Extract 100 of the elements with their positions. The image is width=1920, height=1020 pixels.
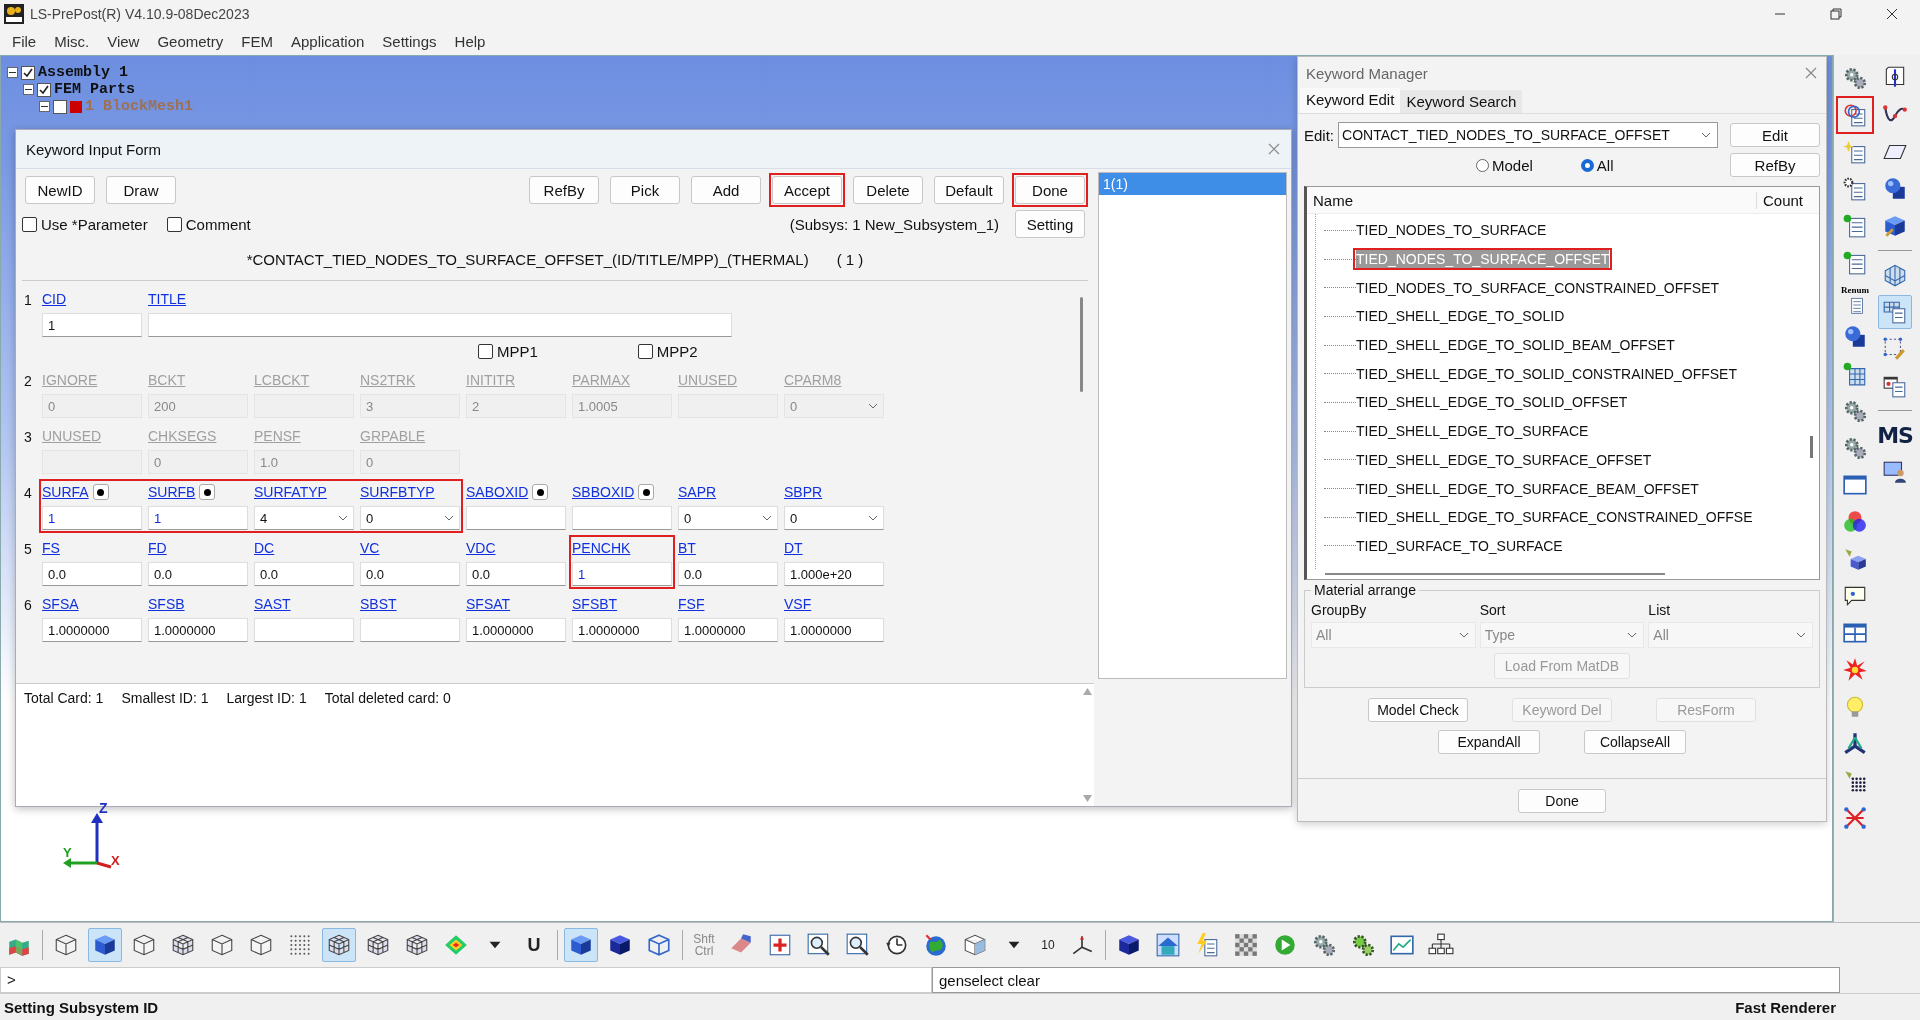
tab[interactable]: Keyword Edit	[1300, 88, 1401, 113]
keyword-combobox[interactable]: CONTACT_TIED_NODES_TO_SURFACE_OFFSET	[1338, 122, 1718, 148]
done-button[interactable]: Done	[1518, 789, 1606, 813]
field-link[interactable]: PENCHK	[572, 540, 631, 556]
input-field[interactable]: 1.000e+20	[784, 562, 884, 586]
setting-button[interactable]: Setting	[1015, 210, 1085, 238]
scrollbar-thumb[interactable]	[1079, 297, 1083, 392]
tree-item[interactable]: TIED_SURFACE_TO_SURFACE	[1356, 536, 1563, 555]
field-link[interactable]: SURFB	[148, 484, 196, 500]
input-field[interactable]	[572, 506, 672, 530]
edit-button[interactable]: Edit	[1730, 123, 1820, 147]
cube-icon[interactable]	[564, 928, 598, 962]
menu-item[interactable]: Geometry	[149, 31, 232, 52]
checkbox[interactable]	[37, 82, 51, 97]
input-field[interactable]: 0.0	[42, 562, 142, 586]
command-field[interactable]: genselect clear	[932, 967, 1840, 993]
input-field[interactable]	[466, 506, 566, 530]
pick-button[interactable]	[199, 484, 216, 500]
field-link[interactable]: FD	[148, 540, 167, 556]
field-link[interactable]: TITLE	[148, 291, 187, 307]
input-field[interactable]: 1	[572, 562, 672, 586]
tab[interactable]: Keyword Search	[1400, 90, 1523, 113]
field-link[interactable]: SFSBT	[572, 596, 618, 612]
checkbox[interactable]	[22, 216, 37, 232]
tree-item[interactable]: TIED_SHELL_EDGE_TO_SOLID	[1356, 307, 1565, 326]
radio-button[interactable]	[1476, 158, 1489, 172]
menu-item[interactable]: Settings	[374, 31, 445, 52]
field-link[interactable]: BT	[678, 540, 696, 556]
tree-item[interactable]: TIED_NODES_TO_SURFACE_CONSTRAINED_OFFSET	[1356, 278, 1720, 297]
input-field[interactable]: 1.0000000	[466, 618, 566, 642]
checkbox[interactable]	[53, 99, 67, 114]
form-button[interactable]: Pick	[610, 176, 680, 204]
field-link[interactable]: SBST	[360, 596, 397, 612]
field-link[interactable]: CID	[42, 291, 67, 307]
field-link[interactable]: FSF	[678, 596, 705, 612]
input-field[interactable]: 1.0000000	[784, 618, 884, 642]
checkbox[interactable]	[637, 344, 653, 359]
checkbox[interactable]	[21, 65, 35, 80]
refby-button[interactable]: RefBy	[1730, 153, 1820, 177]
menu-item[interactable]: Misc.	[46, 31, 98, 52]
form-button[interactable]: NewID	[25, 176, 95, 204]
checkbox[interactable]	[478, 344, 493, 359]
input-field[interactable]: 0.0	[466, 562, 566, 586]
collapse-icon[interactable]	[7, 67, 18, 78]
input-field[interactable]: 1.0000000	[572, 618, 672, 642]
form-button[interactable]: Accept	[772, 176, 842, 204]
input-field[interactable]: 1.0000000	[678, 618, 778, 642]
input-field[interactable]	[148, 313, 732, 337]
dropdown[interactable]: 0	[360, 506, 460, 530]
field-link[interactable]: SBBOXID	[572, 484, 635, 500]
scrollbar-thumb[interactable]	[1325, 573, 1665, 575]
menu-item[interactable]: Help	[446, 31, 494, 52]
tree-item[interactable]: TIED_SHELL_EDGE_TO_SOLID_BEAM_OFFSET	[1356, 336, 1675, 355]
count-button[interactable]: 10	[1036, 928, 1060, 962]
menu-item[interactable]: FEM	[233, 31, 281, 52]
close-icon[interactable]	[1267, 142, 1281, 156]
form-button[interactable]: RefBy	[529, 176, 599, 204]
field-link[interactable]: SABOXID	[466, 484, 529, 500]
field-link[interactable]: SURFBTYP	[360, 484, 435, 500]
pick-button[interactable]	[638, 484, 655, 500]
form-button[interactable]: Add	[691, 176, 761, 204]
input-field[interactable]: 0.0	[254, 562, 354, 586]
tree-item[interactable]: FEM Parts	[54, 81, 135, 98]
collapse-icon[interactable]	[39, 101, 50, 112]
field-link[interactable]: DT	[784, 540, 803, 556]
radio-button[interactable]	[1580, 158, 1594, 172]
input-field[interactable]: 1	[42, 506, 142, 530]
input-field[interactable]: 1	[148, 506, 248, 530]
collapse-icon[interactable]	[23, 84, 34, 95]
tree-item[interactable]: TIED_NODES_TO_SURFACE	[1356, 221, 1547, 240]
field-link[interactable]: DC	[254, 540, 275, 556]
ms-button[interactable]: MS	[1878, 418, 1912, 452]
panel-button[interactable]: ExpandAll	[1438, 730, 1540, 754]
tree-item[interactable]: TIED_SHELL_EDGE_TO_SURFACE_OFFSET	[1356, 450, 1652, 469]
field-link[interactable]: VSF	[784, 596, 812, 612]
input-field[interactable]: 0.0	[678, 562, 778, 586]
input-field[interactable]: 0.0	[148, 562, 248, 586]
cube-icon[interactable]	[88, 928, 122, 962]
close-icon[interactable]	[1804, 66, 1818, 80]
input-field[interactable]: 0.0	[360, 562, 460, 586]
field-link[interactable]: SAST	[254, 596, 291, 612]
menu-item[interactable]: View	[99, 31, 148, 52]
tree-item[interactable]: Assembly 1	[38, 64, 128, 81]
dropdown[interactable]: 0	[784, 506, 884, 530]
menu-item[interactable]: Application	[282, 31, 373, 52]
field-link[interactable]: VDC	[466, 540, 496, 556]
pick-button[interactable]	[532, 484, 549, 500]
field-link[interactable]: SAPR	[678, 484, 717, 500]
dropdown[interactable]: 0	[678, 506, 778, 530]
form-button[interactable]: Done	[1015, 176, 1085, 204]
input-field[interactable]	[254, 618, 354, 642]
field-link[interactable]: SFSAT	[466, 596, 511, 612]
renumber-button[interactable]: Renum	[1838, 283, 1872, 317]
input-field[interactable]: 1.0000000	[148, 618, 248, 642]
dropdown[interactable]: 4	[254, 506, 354, 530]
field-link[interactable]: SFSB	[148, 596, 185, 612]
field-link[interactable]: SURFATYP	[254, 484, 327, 500]
panel-button[interactable]: CollapseAll	[1584, 730, 1686, 754]
tree-item[interactable]: TIED_SHELL_EDGE_TO_SURFACE	[1356, 422, 1589, 441]
input-field[interactable]: 1.0000000	[42, 618, 142, 642]
